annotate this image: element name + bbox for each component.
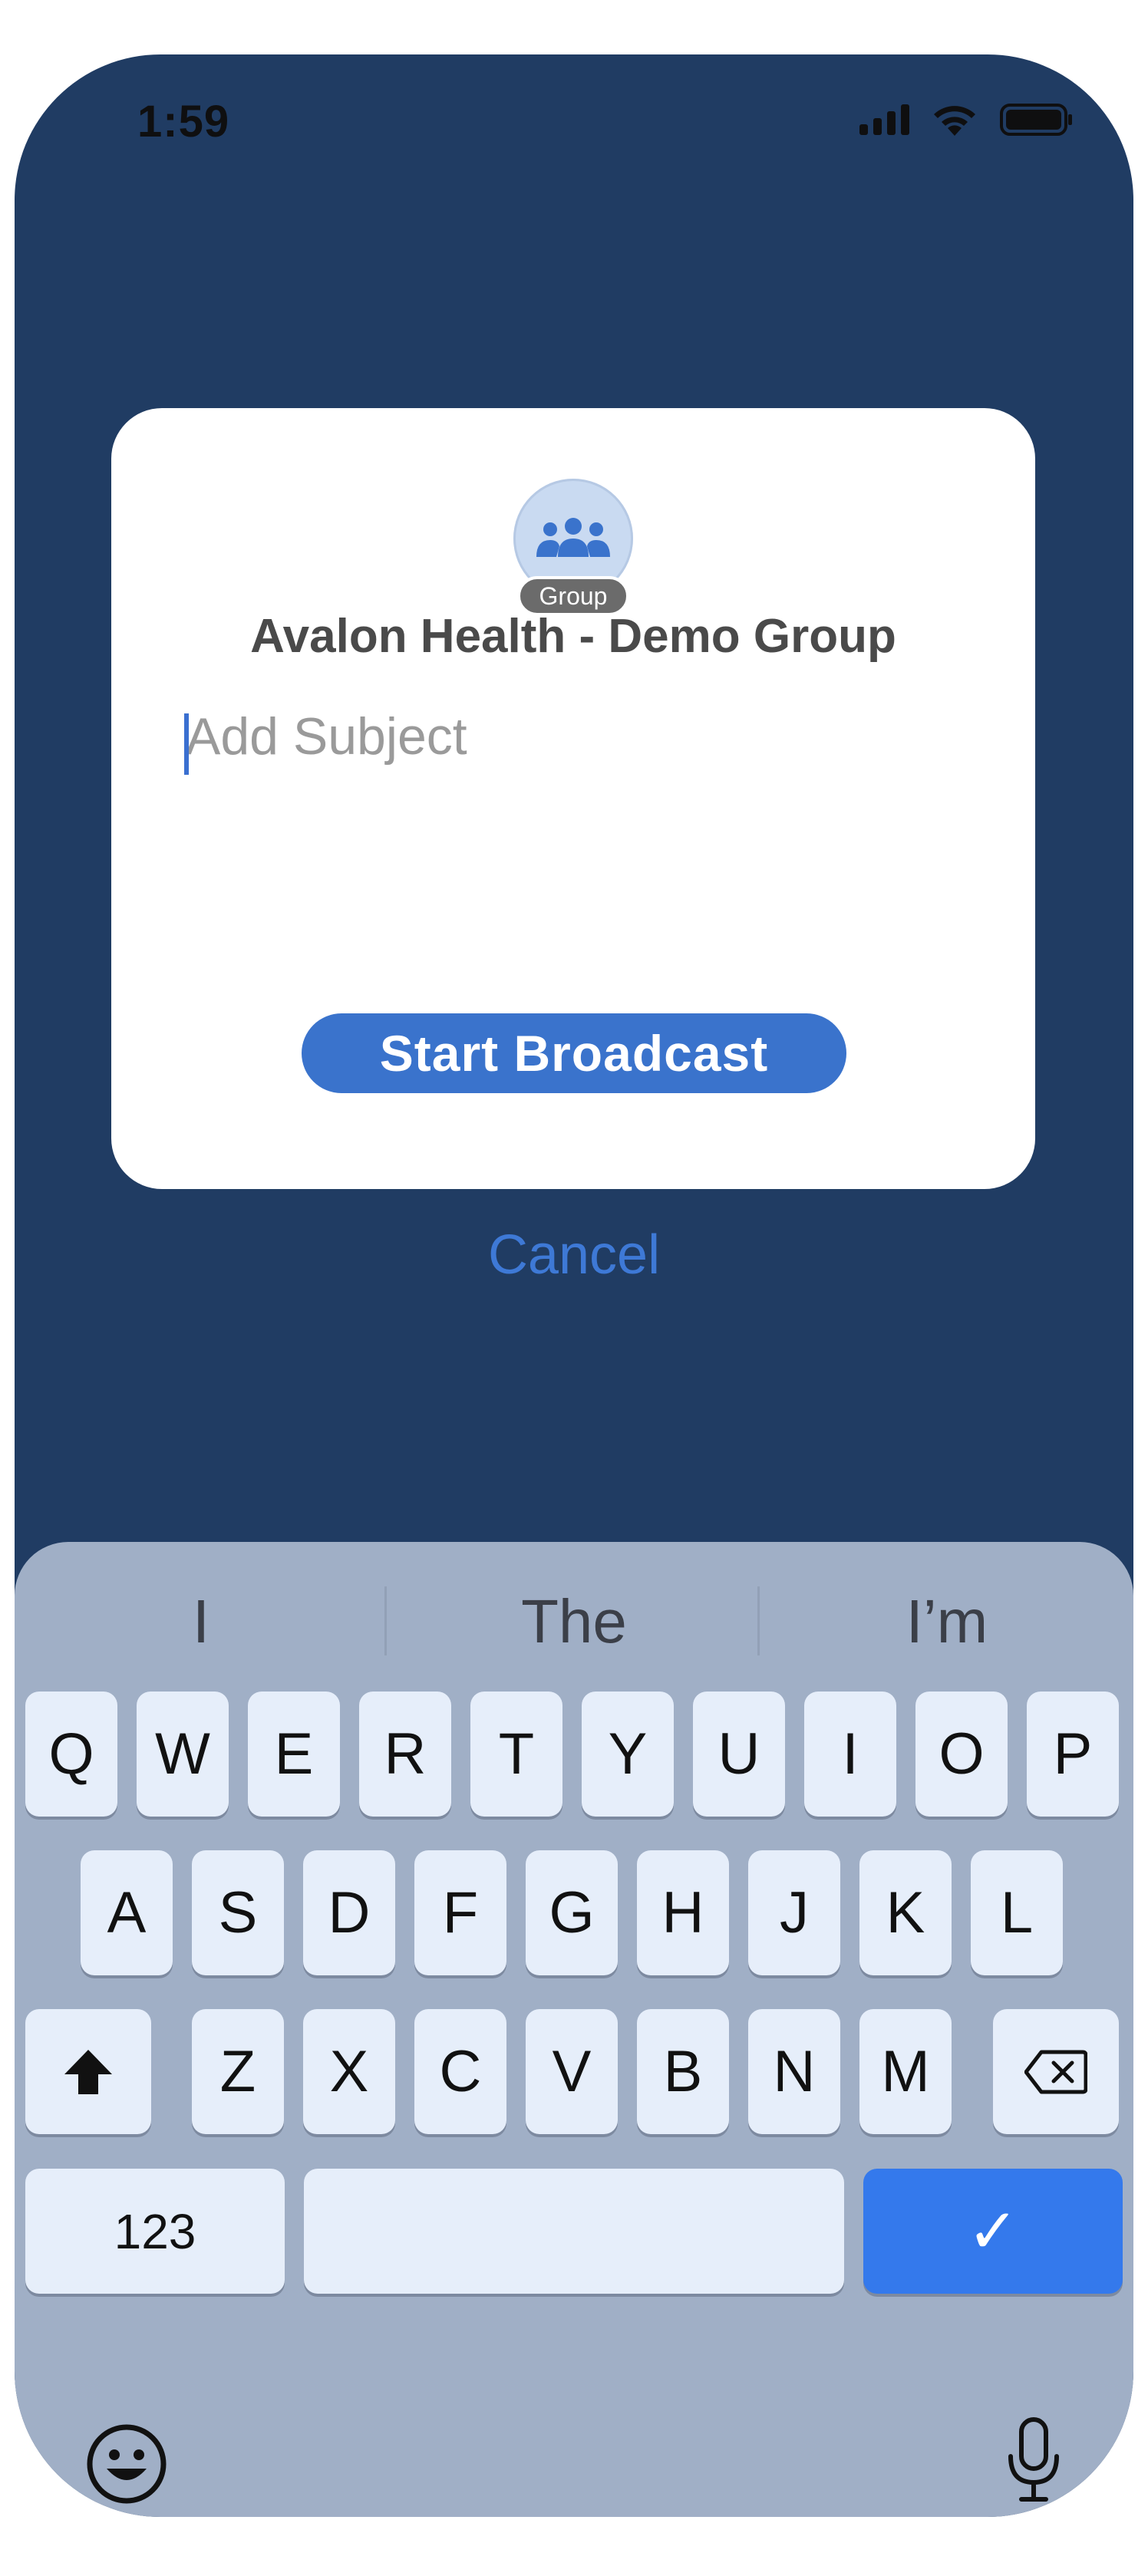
key-l[interactable]: L	[971, 1850, 1063, 1975]
key-t[interactable]: T	[470, 1692, 562, 1817]
start-broadcast-button[interactable]: Start Broadcast	[302, 1013, 846, 1093]
microphone-icon	[1008, 2417, 1059, 2502]
key-n[interactable]: N	[748, 2009, 840, 2134]
key-w[interactable]: W	[137, 1692, 229, 1817]
key-f[interactable]: F	[414, 1850, 506, 1975]
key-j[interactable]: J	[748, 1850, 840, 1975]
wifi-icon	[934, 106, 975, 136]
key-i[interactable]: I	[804, 1692, 896, 1817]
broadcast-dialog: Group Avalon Health - Demo Group Start B…	[111, 408, 1035, 1189]
cancel-button[interactable]: Cancel	[15, 1224, 1133, 1286]
key-h[interactable]: H	[637, 1850, 729, 1975]
key-q[interactable]: Q	[25, 1692, 117, 1817]
keyboard: I The I’m Q W E R T Y U I O P A S D F G …	[15, 1542, 1133, 2517]
subject-input[interactable]	[184, 705, 962, 768]
key-g[interactable]: G	[526, 1850, 618, 1975]
key-b[interactable]: B	[637, 2009, 729, 2134]
shift-key[interactable]	[25, 2009, 151, 2134]
space-key[interactable]	[304, 2169, 844, 2294]
backspace-icon	[1024, 2050, 1087, 2093]
key-x[interactable]: X	[303, 2009, 395, 2134]
key-r[interactable]: R	[359, 1692, 451, 1817]
key-k[interactable]: K	[859, 1850, 952, 1975]
key-o[interactable]: O	[915, 1692, 1008, 1817]
key-z[interactable]: Z	[192, 2009, 284, 2134]
suggestion-bar: I The I’m	[15, 1542, 1133, 1677]
numbers-key[interactable]: 123	[25, 2169, 285, 2294]
suggestion-1[interactable]: I	[15, 1586, 388, 1657]
battery-icon	[1000, 104, 1072, 136]
group-icon	[536, 518, 610, 557]
key-v[interactable]: V	[526, 2009, 618, 2134]
emoji-icon	[87, 2424, 167, 2504]
key-u[interactable]: U	[693, 1692, 785, 1817]
key-e[interactable]: E	[248, 1692, 340, 1817]
status-icons	[859, 102, 1074, 137]
key-c[interactable]: C	[414, 2009, 506, 2134]
text-cursor	[184, 713, 189, 775]
backspace-key[interactable]	[993, 2009, 1119, 2134]
phone-screen: 1:59 Group Avalon Health - Demo Group Ad…	[15, 54, 1133, 2517]
group-name: Avalon Health - Demo Group	[250, 610, 896, 663]
suggestion-divider	[384, 1586, 387, 1655]
emoji-button[interactable]	[81, 2418, 173, 2510]
signal-icon	[859, 104, 909, 135]
key-d[interactable]: D	[303, 1850, 395, 1975]
key-s[interactable]: S	[192, 1850, 284, 1975]
done-key[interactable]: ✓	[863, 2169, 1123, 2294]
suggestion-2[interactable]: The	[388, 1586, 760, 1657]
microphone-button[interactable]	[988, 2411, 1080, 2511]
key-y[interactable]: Y	[582, 1692, 674, 1817]
key-m[interactable]: M	[859, 2009, 952, 2134]
suggestion-divider	[757, 1586, 760, 1655]
shift-icon	[64, 2049, 112, 2094]
suggestion-3[interactable]: I’m	[760, 1586, 1133, 1657]
status-time: 1:59	[137, 97, 230, 147]
key-a[interactable]: A	[81, 1850, 173, 1975]
key-p[interactable]: P	[1027, 1692, 1119, 1817]
